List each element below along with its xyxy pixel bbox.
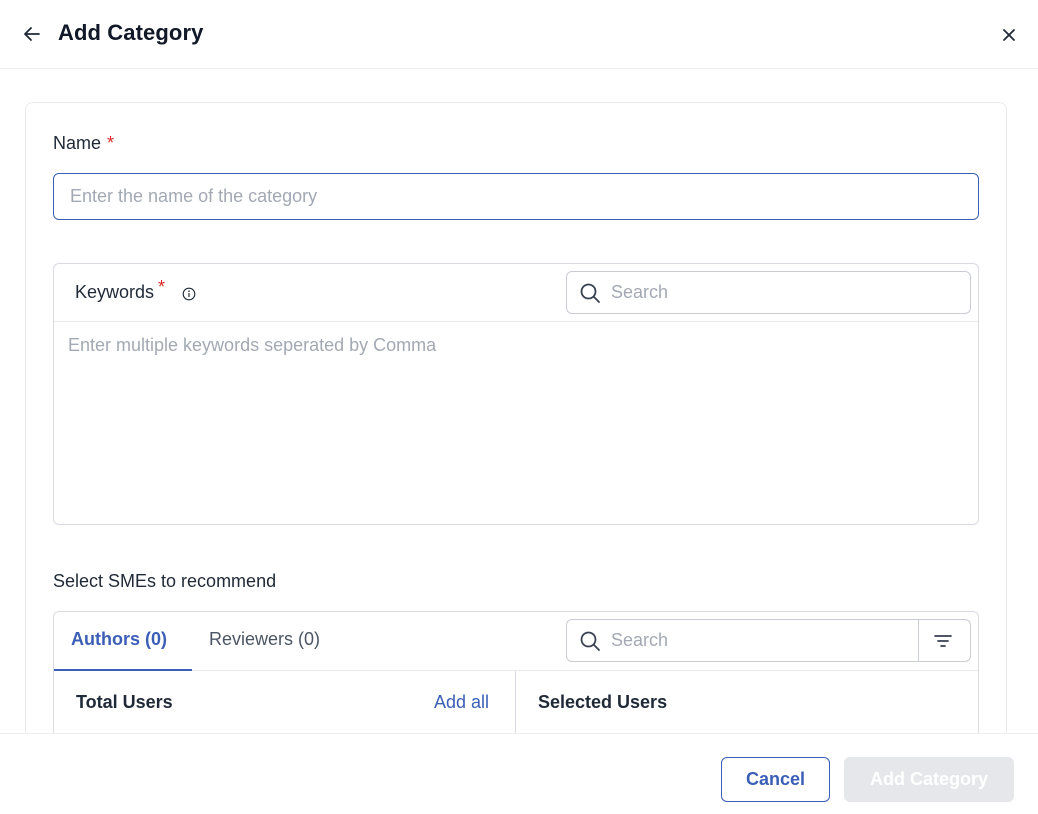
total-users-title: Total Users xyxy=(76,692,173,712)
page-title: Add Category xyxy=(58,20,204,45)
filter-icon[interactable] xyxy=(933,631,953,651)
sme-search-input[interactable] xyxy=(611,620,911,661)
keywords-box: Keywords * xyxy=(53,263,979,525)
add-all-link[interactable]: Add all xyxy=(434,692,489,713)
name-label-text: Name xyxy=(53,133,102,153)
dialog-footer: Cancel Add Category xyxy=(0,733,1038,814)
filter-divider xyxy=(918,620,919,661)
name-input[interactable] xyxy=(53,173,979,220)
tab-reviewers[interactable]: Reviewers (0) xyxy=(209,629,320,650)
keywords-label-text: Keywords xyxy=(75,282,155,302)
close-icon[interactable] xyxy=(1000,26,1018,44)
keywords-label: Keywords * xyxy=(75,277,165,303)
search-icon xyxy=(580,631,600,651)
keywords-search[interactable] xyxy=(566,271,971,314)
add-category-button[interactable]: Add Category xyxy=(844,757,1014,802)
arrow-left-icon[interactable] xyxy=(22,24,42,44)
search-icon xyxy=(580,283,600,303)
keywords-textarea[interactable] xyxy=(54,323,978,523)
required-mark: * xyxy=(107,133,115,153)
sme-panel: Authors (0) Reviewers (0) Total Users Ad… xyxy=(53,611,979,751)
name-label: Name * xyxy=(53,133,114,154)
keywords-header: Keywords * xyxy=(54,264,978,322)
sme-search[interactable] xyxy=(566,619,971,662)
keywords-search-input[interactable] xyxy=(611,272,951,313)
required-mark: * xyxy=(158,277,166,297)
tab-authors[interactable]: Authors (0) xyxy=(71,629,167,650)
cancel-button[interactable]: Cancel xyxy=(721,757,830,802)
sme-section-label: Select SMEs to recommend xyxy=(53,571,277,591)
selected-users-title: Selected Users xyxy=(538,692,668,712)
info-icon[interactable] xyxy=(182,287,196,301)
dialog-header: Add Category xyxy=(0,0,1038,69)
